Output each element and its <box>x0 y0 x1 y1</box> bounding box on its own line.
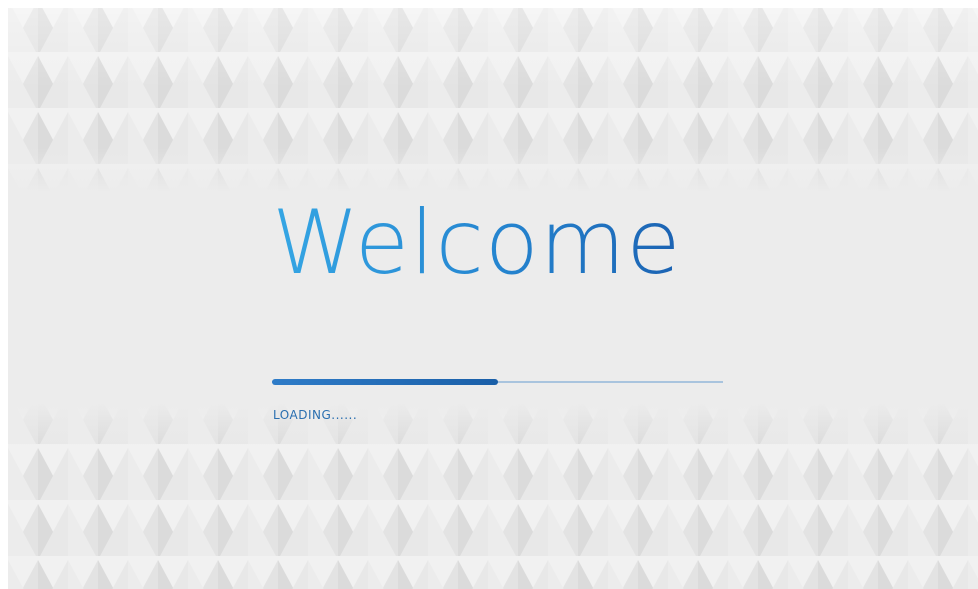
welcome-title: Welcome <box>272 188 682 298</box>
splash-screen: Welcome LOADING...... <box>8 8 978 589</box>
progress-bar <box>272 379 723 385</box>
progress-bar-fill <box>272 379 498 385</box>
loading-label: LOADING...... <box>273 408 358 422</box>
